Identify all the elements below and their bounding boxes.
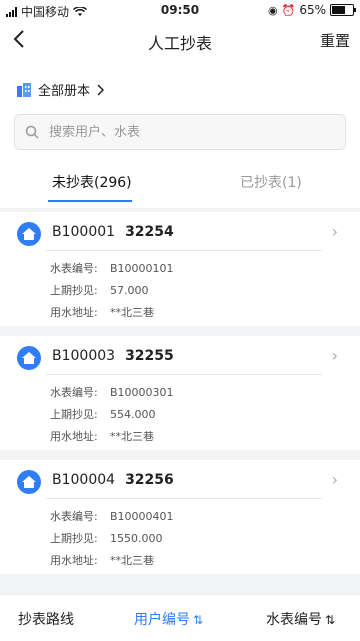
divider (46, 250, 322, 251)
battery-text: 65% (299, 3, 326, 17)
search-box[interactable] (14, 114, 346, 150)
battery-icon (330, 4, 356, 16)
chevron-right-icon: › (331, 470, 338, 489)
last-reading-label: 上期抄见: (50, 532, 98, 545)
user-code-sort-label: 用户编号 (134, 612, 190, 628)
address-row: 用水地址: **北三巷 (50, 428, 154, 444)
tab-unread[interactable]: 未抄表(296) (52, 172, 132, 192)
meter-number-label: 水表编号: (50, 510, 98, 523)
record-title: B100003 32255 (52, 348, 174, 364)
last-reading-row: 上期抄见: 1550.000 (50, 530, 163, 546)
list-item[interactable]: B100003 32255 › 水表编号: B10000301 上期抄见: 554.0… (0, 336, 360, 450)
meter-number-value: B10000301 (110, 386, 174, 399)
orientation-lock-icon: ◉ (268, 3, 278, 17)
home-icon (17, 222, 41, 246)
meter-number-label: 水表编号: (50, 386, 98, 399)
address-label: 用水地址: (50, 306, 98, 319)
active-tab-indicator (48, 200, 132, 202)
status-right: ◉ ⏰ 65% (268, 3, 356, 17)
status-bar: 中国移动 09:50 ◉ ⏰ 65% (0, 0, 360, 20)
search-input[interactable] (47, 123, 331, 141)
address-value: **北三巷 (110, 430, 154, 443)
record-title: B100001 32254 (52, 224, 174, 240)
address-label: 用水地址: (50, 430, 98, 443)
address-value: **北三巷 (110, 554, 154, 567)
meter-number-value: B10000101 (110, 262, 174, 275)
record-title: B100004 32256 (52, 472, 174, 488)
home-icon (17, 470, 41, 494)
last-reading-value: 554.000 (110, 408, 156, 421)
sort-icon: ⇅ (193, 613, 204, 627)
address-row: 用水地址: **北三巷 (50, 552, 154, 568)
tab-read[interactable]: 已抄表(1) (240, 172, 302, 192)
address-value: **北三巷 (110, 306, 154, 319)
meter-code-sort-button[interactable]: 水表编号 ⇅ (266, 609, 335, 629)
alarm-icon: ⏰ (281, 3, 296, 17)
nav-bar: 人工抄表 重置 (0, 20, 360, 62)
user-code: B100003 (52, 348, 116, 364)
last-reading-row: 上期抄见: 554.000 (50, 406, 156, 422)
chevron-right-icon: › (331, 222, 338, 241)
battery-level (332, 6, 345, 14)
meter-number-row: 水表编号: B10000401 (50, 508, 174, 524)
home-icon (17, 346, 41, 370)
meter-number-label: 水表编号: (50, 262, 98, 275)
chevron-right-icon (97, 83, 105, 96)
chevron-right-icon: › (331, 346, 338, 365)
divider (46, 498, 322, 499)
building-icon (17, 82, 31, 97)
user-code: B100001 (52, 224, 116, 240)
sort-icon: ⇅ (325, 613, 336, 627)
book-selector-label: 全部册本 (38, 84, 91, 99)
meter-number-row: 水表编号: B10000301 (50, 384, 174, 400)
last-reading-label: 上期抄见: (50, 284, 98, 297)
last-reading-row: 上期抄见: 57.000 (50, 282, 149, 298)
list-item[interactable]: B100001 32254 › 水表编号: B10000101 上期抄见: 57.00… (0, 212, 360, 326)
address-row: 用水地址: **北三巷 (50, 304, 154, 320)
account-number: 32254 (125, 224, 174, 240)
meter-number-value: B10000401 (110, 510, 174, 523)
user-code-sort-button[interactable]: 用户编号 ⇅ (134, 609, 203, 629)
list-item[interactable]: B100004 32256 › 水表编号: B10000401 上期抄见: 1550.… (0, 460, 360, 574)
user-code: B100004 (52, 472, 116, 488)
bottom-sort-bar: 抄表路线 用户编号 ⇅ 水表编号 ⇅ (0, 594, 360, 641)
address-label: 用水地址: (50, 554, 98, 567)
last-reading-label: 上期抄见: (50, 408, 98, 421)
search-icon (25, 125, 39, 139)
book-selector[interactable]: 全部册本 (16, 80, 105, 99)
meter-code-sort-label: 水表编号 (266, 612, 322, 628)
account-number: 32256 (125, 472, 174, 488)
last-reading-value: 57.000 (110, 284, 149, 297)
divider (46, 374, 322, 375)
meter-number-row: 水表编号: B10000101 (50, 260, 174, 276)
page-title: 人工抄表 (147, 34, 212, 53)
reset-button[interactable]: 重置 (320, 30, 350, 51)
last-reading-value: 1550.000 (110, 532, 163, 545)
route-sort-button[interactable]: 抄表路线 (18, 609, 74, 629)
account-number: 32255 (125, 348, 174, 364)
